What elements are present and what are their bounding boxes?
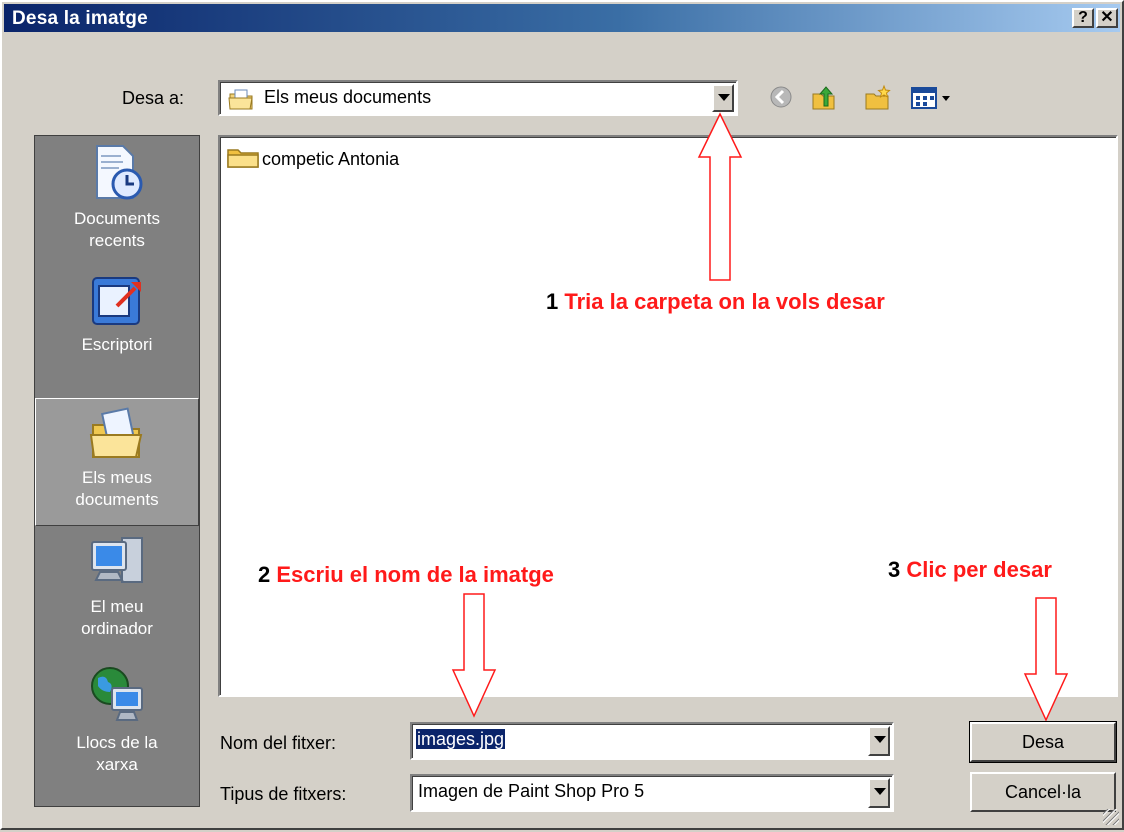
annotation-text: Clic per desar	[906, 557, 1052, 582]
filename-value: images.jpg	[416, 729, 506, 749]
annotation-step3: 3 Clic per desar	[888, 557, 1052, 583]
save-button[interactable]: Desa	[969, 721, 1117, 763]
annotation-text: Tria la carpeta on la vols desar	[564, 289, 885, 314]
filetype-select[interactable]: Imagen de Paint Shop Pro 5	[410, 774, 894, 812]
resize-grip[interactable]	[1103, 809, 1119, 825]
filetype-label: Tipus de fitxers:	[220, 784, 347, 804]
cancel-button-label: Cancel·la	[1004, 782, 1082, 802]
arrow-up-icon	[697, 112, 743, 281]
filename-dropdown-button[interactable]	[868, 726, 890, 756]
save-button-label: Desa	[1021, 732, 1065, 752]
filename-label: Nom del fitxer:	[220, 733, 337, 753]
save-image-dialog: Desa la imatge ? ✕ Desa a: Els meus docu…	[0, 0, 1124, 830]
filetype-value: Imagen de Paint Shop Pro 5	[418, 781, 645, 801]
annotation-step1: 1 Tria la carpeta on la vols desar	[546, 289, 885, 315]
filetype-dropdown-button[interactable]	[868, 778, 890, 808]
annotation-text: Escriu el nom de la imatge	[276, 562, 554, 587]
annotation-number: 3	[888, 557, 901, 582]
arrow-down-icon	[1023, 597, 1069, 722]
annotation-arrows	[451, 112, 1069, 722]
cancel-button[interactable]: Cancel·la	[970, 772, 1116, 812]
arrow-down-icon	[451, 593, 497, 718]
annotation-number: 2	[258, 562, 271, 587]
annotation-number: 1	[546, 289, 559, 314]
annotation-step2: 2 Escriu el nom de la imatge	[258, 562, 554, 588]
filename-input[interactable]: images.jpg	[410, 722, 894, 760]
